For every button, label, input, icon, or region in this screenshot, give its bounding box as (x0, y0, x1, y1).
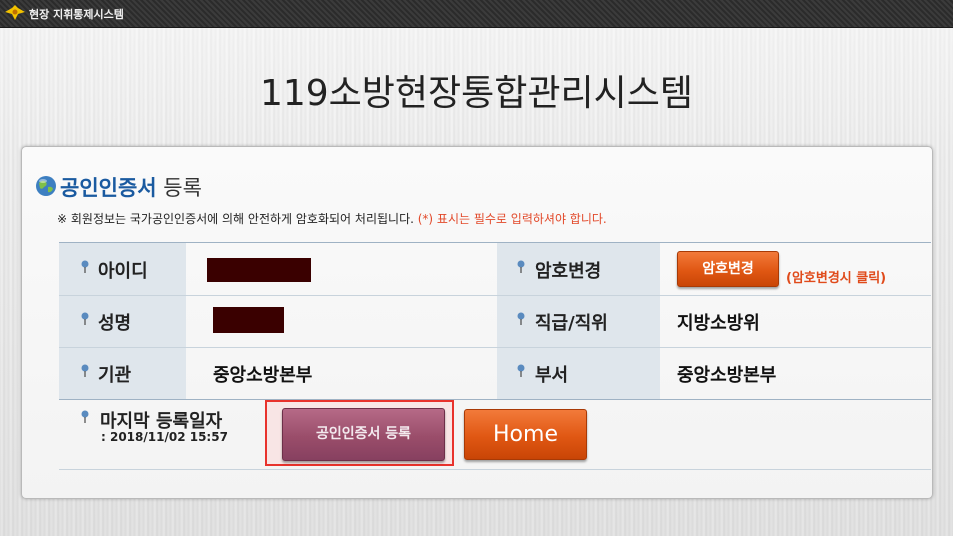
title-bar: 현장 지휘통제시스템 (0, 0, 953, 28)
row-divider (59, 347, 931, 348)
notice-prefix: ※ 회원정보는 국가공인인증서에 의해 안전하게 암호화되어 처리됩니다. (57, 212, 418, 226)
firefighter-emblem-icon (5, 5, 25, 20)
id-label: 아이디 (98, 261, 148, 282)
name-value-redacted (213, 307, 284, 333)
pin-icon (517, 260, 525, 273)
rank-label: 직급/직위 (535, 313, 608, 334)
last-registered-date: : 2018/11/02 15:57 (101, 430, 228, 444)
pin-icon (81, 312, 89, 325)
password-change-hint: (암호변경시 클릭) (786, 271, 887, 286)
pin-icon (81, 410, 89, 423)
page-title: 119소방현장통합관리시스템 (259, 73, 694, 114)
id-value-redacted (207, 258, 311, 282)
notice-text: ※ 회원정보는 국가공인인증서에 의해 안전하게 암호화되어 처리됩니다. (*… (57, 210, 607, 227)
section-title-bold: 공인인증서 (60, 176, 157, 200)
pin-icon (517, 364, 525, 377)
window-title: 현장 지휘통제시스템 (29, 8, 124, 21)
section-title-normal: 등록 (156, 176, 202, 200)
register-certificate-button[interactable]: 공인인증서 등록 (282, 408, 445, 461)
required-notice: (*) 표시는 필수로 입력하셔야 합니다. (417, 212, 607, 226)
table-border-bottom (59, 399, 931, 400)
table-border-top (59, 242, 931, 243)
rank-value: 지방소방위 (677, 313, 760, 334)
name-label: 성명 (98, 313, 132, 334)
department-label: 부서 (535, 365, 569, 386)
home-button[interactable]: Home (464, 409, 587, 460)
pin-icon (517, 312, 525, 325)
password-change-button[interactable]: 암호변경 (677, 251, 779, 287)
globe-icon (36, 176, 56, 196)
footer-divider (59, 469, 931, 470)
department-value: 중앙소방본부 (677, 365, 777, 386)
section-title: 공인인증서 등록 (60, 172, 202, 202)
row-divider (59, 295, 931, 296)
organization-label: 기관 (98, 365, 132, 386)
pin-icon (81, 260, 89, 273)
password-change-label: 암호변경 (535, 261, 602, 282)
pin-icon (81, 364, 89, 377)
organization-value: 중앙소방본부 (213, 365, 313, 386)
